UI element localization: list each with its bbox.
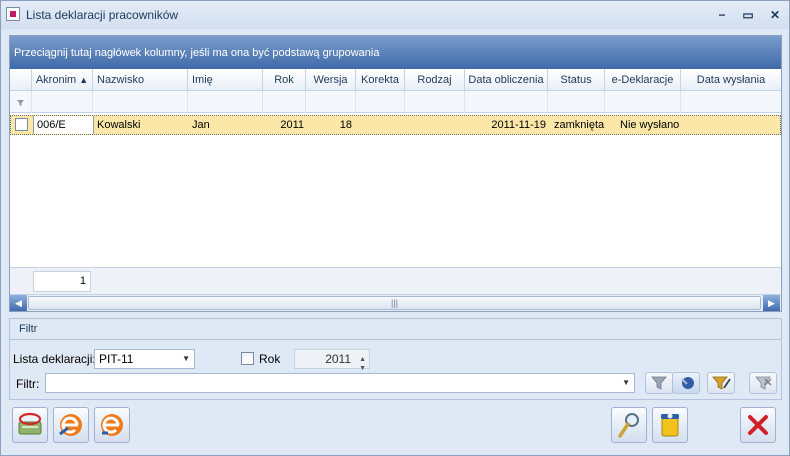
filter-cell[interactable] <box>263 91 306 113</box>
filtr-label: Filtr: <box>16 377 40 391</box>
filter-cell[interactable] <box>32 91 93 113</box>
rok-checkbox[interactable] <box>241 352 254 365</box>
table-row[interactable]: 006/E Kowalski Jan 2011 18 2011-11-19 za… <box>10 115 781 135</box>
column-header-data-wyslania[interactable]: Data wysłania <box>681 69 781 91</box>
rok-spinner[interactable]: 2011 ▲ ▼ <box>294 349 370 372</box>
funnel-edit-icon <box>712 376 731 390</box>
filter-cell[interactable] <box>93 91 188 113</box>
filter-panel: Filtr Lista deklaracji: PIT-11 ▼ Rok 201… <box>9 318 782 400</box>
cell-nazwisko: Kowalski <box>97 119 141 131</box>
filter-cell[interactable] <box>605 91 681 113</box>
grid-footer: 1 <box>10 267 781 294</box>
cell-wersja: 18 <box>339 119 352 131</box>
column-header-row: Akronim ▲ Nazwisko Imię Rok Wersja Korek… <box>10 69 781 91</box>
cell-korekta <box>357 116 402 134</box>
filter-cell[interactable] <box>465 91 548 113</box>
filter-cell[interactable] <box>548 91 605 113</box>
filter-row-icon[interactable] <box>10 91 32 113</box>
filter-toggle-button[interactable] <box>672 372 700 394</box>
column-header-rok[interactable]: Rok <box>263 69 306 91</box>
edit-filter-button[interactable] <box>707 372 735 394</box>
column-header-e-deklaracje[interactable]: e-Deklaracje <box>605 69 681 91</box>
column-filter-row <box>10 91 781 113</box>
lista-deklaracji-label: Lista deklaracji: <box>13 352 96 366</box>
cell-akronim[interactable]: 006/E <box>33 116 94 134</box>
cancel-button[interactable] <box>740 407 776 443</box>
cell-imie: Jan <box>192 119 210 131</box>
maximize-icon[interactable]: ▭ <box>739 6 757 24</box>
e-declaration-status-button[interactable] <box>94 407 130 443</box>
cell-status: zamknięta <box>554 119 605 131</box>
horizontal-scrollbar[interactable]: ◀ ||| ▶ <box>10 294 781 311</box>
title-bar: Lista deklaracji pracowników − ▭ ✕ <box>1 1 789 29</box>
calculate-button[interactable] <box>12 407 48 443</box>
magnifier-icon <box>618 413 639 438</box>
divider <box>10 339 781 340</box>
scroll-thumb[interactable]: ||| <box>28 296 761 310</box>
cell-rok: 2011 <box>280 119 304 131</box>
window: Lista deklaracji pracowników − ▭ ✕ Przec… <box>0 0 790 456</box>
filter-cell[interactable] <box>405 91 465 113</box>
cell-data-obliczenia: 2011-11-19 <box>491 119 546 131</box>
column-header-status[interactable]: Status <box>548 69 605 91</box>
app-icon <box>6 7 20 21</box>
filter-cell[interactable] <box>356 91 405 113</box>
calculate-icon <box>18 412 42 435</box>
funnel-clear-icon <box>755 376 772 390</box>
sort-ascending-icon: ▲ <box>79 75 89 85</box>
delete-button[interactable] <box>652 407 688 443</box>
e-declaration-send-button[interactable] <box>53 407 89 443</box>
filter-globe-icon <box>681 377 694 389</box>
filter-cell[interactable] <box>188 91 263 113</box>
lista-deklaracji-select[interactable]: PIT-11 ▼ <box>94 349 195 369</box>
filter-cell[interactable] <box>681 91 781 113</box>
row-checkbox[interactable] <box>15 118 28 131</box>
group-by-panel[interactable]: Przeciągnij tutaj nagłówek kolumny, jeśl… <box>10 36 781 69</box>
chevron-down-icon: ▼ <box>182 354 190 363</box>
filter-cell[interactable] <box>306 91 356 113</box>
chevron-down-icon: ▼ <box>622 378 630 387</box>
column-header-korekta[interactable]: Korekta <box>356 69 405 91</box>
e-declaration-status-icon <box>101 414 123 436</box>
column-header-data-obliczenia[interactable]: Data obliczenia <box>465 69 548 91</box>
e-declaration-icon <box>59 414 82 436</box>
funnel-icon <box>651 376 667 390</box>
column-header-imie[interactable]: Imię <box>188 69 263 91</box>
scroll-left-icon[interactable]: ◀ <box>10 295 27 311</box>
record-count: 1 <box>33 271 91 292</box>
declarations-grid: Przeciągnij tutaj nagłówek kolumny, jeśl… <box>9 35 782 312</box>
window-title: Lista deklaracji pracowników <box>26 8 179 22</box>
column-header-rodzaj[interactable]: Rodzaj <box>405 69 465 91</box>
close-icon <box>748 415 768 435</box>
trash-bin-icon <box>661 413 679 437</box>
header-indicator-cell <box>10 69 32 91</box>
cell-e-deklaracje: Nie wysłano <box>620 119 680 131</box>
column-header-wersja[interactable]: Wersja <box>306 69 356 91</box>
column-header-nazwisko[interactable]: Nazwisko <box>93 69 188 91</box>
preview-button[interactable] <box>611 407 647 443</box>
lista-deklaracji-value: PIT-11 <box>99 352 134 366</box>
column-label: Akronim <box>35 74 77 86</box>
scroll-right-icon[interactable]: ▶ <box>763 295 780 311</box>
clear-filter-button[interactable] <box>749 372 777 394</box>
close-icon[interactable]: ✕ <box>766 6 784 24</box>
apply-filter-button[interactable] <box>645 372 673 394</box>
filter-panel-title: Filtr <box>19 323 38 335</box>
minimize-icon[interactable]: − <box>713 6 731 24</box>
rok-value: 2011 <box>325 352 351 366</box>
column-header-akronim[interactable]: Akronim ▲ <box>32 69 93 91</box>
filtr-input[interactable]: ▼ <box>45 373 635 393</box>
rok-label: Rok <box>259 352 281 366</box>
cell-rodzaj <box>406 116 461 134</box>
